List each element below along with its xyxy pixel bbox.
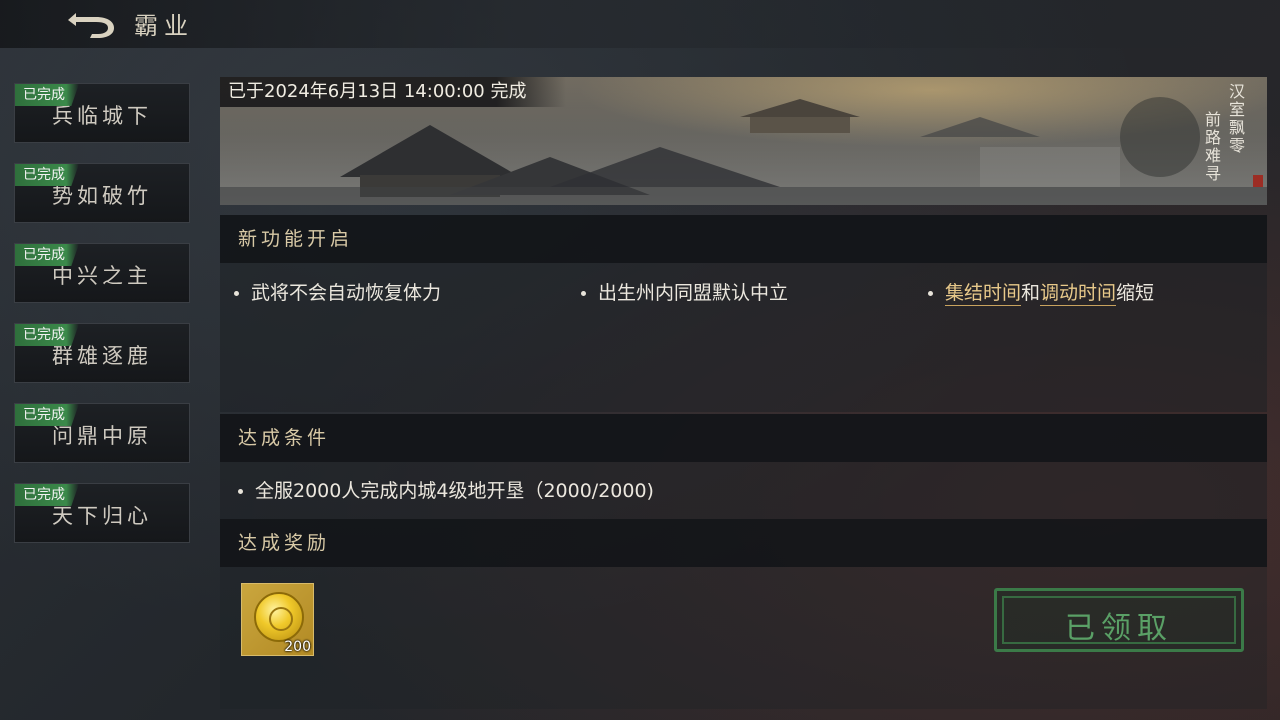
feature-text: 出生州内同盟默认中立 (598, 282, 789, 304)
feature-text: 武将不会自动恢复体力 (251, 282, 442, 304)
sidebar-item-4[interactable]: 群雄逐鹿 已完成 (14, 323, 190, 383)
back-button[interactable] (62, 8, 122, 40)
feature-item: 出生州内同盟默认中立 (581, 278, 788, 305)
poem-line: 汉室飘零 (1226, 83, 1245, 155)
features-section: 新功能开启 武将不会自动恢复体力 出生州内同盟默认中立 集结时间和调动时间缩短 (220, 215, 1267, 412)
bullet-icon (928, 291, 933, 296)
completed-badge: 已完成 (15, 404, 79, 426)
sidebar-item-1[interactable]: 兵临城下 已完成 (14, 83, 190, 143)
top-bar: 霸业 (0, 0, 1280, 48)
feature-text: 缩短 (1116, 282, 1155, 304)
poem-line: 前路难寻 (1202, 111, 1221, 183)
condition-item: 全服2000人完成内城4级地开垦（2000/2000) (238, 476, 654, 503)
completed-badge: 已完成 (15, 484, 79, 506)
sidebar-item-2[interactable]: 势如破竹 已完成 (14, 163, 190, 223)
section-title: 达成奖励 (220, 519, 1267, 567)
completed-badge: 已完成 (15, 324, 79, 346)
reward-item[interactable]: 200 (241, 583, 314, 656)
stage-banner: 已于2024年6月13日 14:00:00 完成 汉室飘零 前路难寻 (220, 77, 1267, 205)
bullet-icon (238, 489, 243, 494)
sidebar-item-5[interactable]: 问鼎中原 已完成 (14, 403, 190, 463)
sidebar: 兵临城下 已完成 势如破竹 已完成 中兴之主 已完成 群雄逐鹿 已完成 问鼎中原… (14, 83, 190, 563)
bullet-icon (234, 291, 239, 296)
section-title: 达成条件 (220, 414, 1267, 462)
feature-list: 武将不会自动恢复体力 出生州内同盟默认中立 集结时间和调动时间缩短 (220, 263, 1267, 323)
sidebar-item-3[interactable]: 中兴之主 已完成 (14, 243, 190, 303)
completed-badge: 已完成 (15, 244, 79, 266)
condition-section: 达成条件 全服2000人完成内城4级地开垦（2000/2000) (220, 414, 1267, 519)
feature-link-move-time[interactable]: 调动时间 (1040, 282, 1117, 306)
completed-badge: 已完成 (15, 84, 79, 106)
sidebar-item-6[interactable]: 天下归心 已完成 (14, 483, 190, 543)
reward-count: 200 (284, 639, 311, 655)
section-title: 新功能开启 (220, 215, 1267, 263)
feature-link-gather-time[interactable]: 集结时间 (945, 282, 1022, 306)
feature-text: 和 (1021, 282, 1041, 304)
page-title: 霸业 (134, 12, 194, 40)
banner-poem: 汉室飘零 前路难寻 (1201, 83, 1245, 183)
claimed-button[interactable]: 已领取 (994, 588, 1244, 652)
back-arrow-icon (68, 13, 114, 38)
seal-stamp-icon (1253, 175, 1263, 187)
feature-item: 集结时间和调动时间缩短 (928, 278, 1155, 306)
gold-coin-icon (254, 592, 304, 642)
completion-status: 已于2024年6月13日 14:00:00 完成 (220, 77, 567, 107)
claimed-label: 已领取 (1065, 611, 1173, 646)
feature-item: 武将不会自动恢复体力 (234, 278, 441, 305)
completed-badge: 已完成 (15, 164, 79, 186)
condition-text: 全服2000人完成内城4级地开垦（2000/2000) (255, 480, 654, 502)
bullet-icon (581, 291, 586, 296)
